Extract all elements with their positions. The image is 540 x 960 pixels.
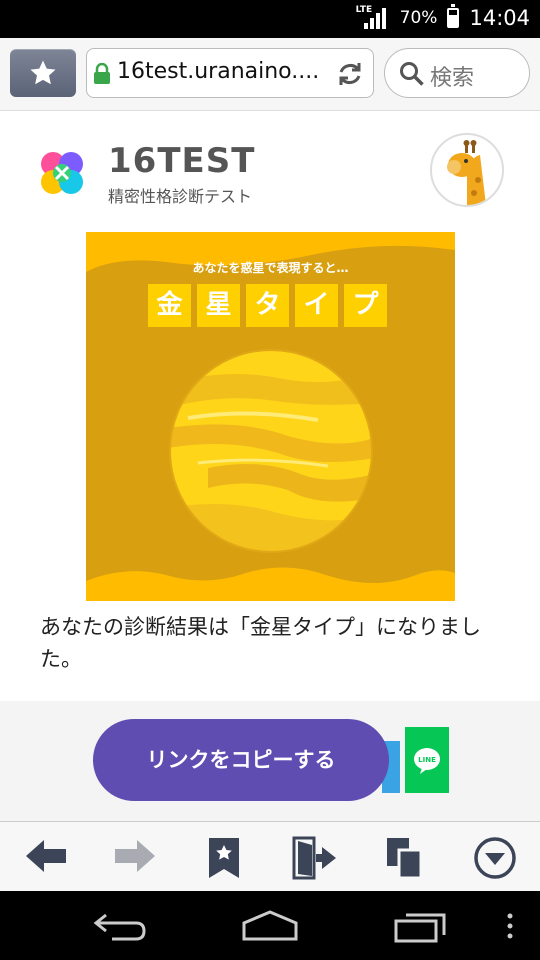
result-text: あなたの診断結果は「金星タイプ」になりました。 [40, 615, 481, 671]
search-icon [400, 62, 424, 86]
site-subtitle: 精密性格診断テスト [108, 187, 253, 206]
hero-tagline: あなたを惑星で表現すると… [192, 261, 349, 275]
url-bar[interactable]: 16test.uranaino.... [86, 48, 374, 98]
back-arrow-icon[interactable] [24, 836, 68, 876]
type-char: タ [246, 284, 289, 327]
search-placeholder: 検索 [430, 66, 475, 91]
hero-wave-bottom [86, 567, 455, 601]
exit-door-icon[interactable] [292, 836, 338, 880]
site-logo-icon[interactable] [36, 147, 88, 199]
menu-dropdown-icon[interactable] [473, 836, 517, 880]
type-char: 金 [148, 284, 191, 327]
type-char: 星 [197, 284, 240, 327]
url-text: 16test.uranaino.... [117, 59, 320, 84]
star-icon [30, 60, 56, 85]
type-char: イ [295, 284, 338, 327]
status-bar: LTE 70% 14:04 [0, 0, 540, 38]
share-bar: LINE リンクをコピーする [0, 701, 540, 821]
type-title: 金 星 タ イ プ [148, 284, 387, 327]
venus-planet-illustration [169, 349, 373, 553]
line-share-button[interactable]: LINE [405, 727, 449, 793]
giraffe-icon [447, 140, 486, 205]
search-box[interactable]: 検索 [384, 48, 530, 98]
reload-icon[interactable] [335, 59, 365, 89]
browser-bottom-toolbar [0, 821, 540, 892]
nav-recents-icon[interactable] [394, 909, 448, 943]
result-hero-image: あなたを惑星で表現すると… 金 星 タ イ プ [86, 232, 455, 601]
nav-home-icon[interactable] [240, 909, 300, 941]
browser-toolbar: 16test.uranaino.... 検索 [0, 38, 540, 111]
forward-arrow-icon[interactable] [113, 836, 157, 876]
line-icon: LINE [414, 748, 440, 774]
copy-link-button[interactable]: リンクをコピーする [93, 719, 389, 801]
site-title[interactable]: 16TEST [108, 141, 255, 181]
giraffe-avatar[interactable] [430, 133, 504, 207]
bookmark-star-button[interactable] [10, 49, 76, 97]
lock-icon [94, 63, 110, 84]
bookmark-icon[interactable] [207, 836, 241, 880]
nav-more-icon[interactable] [504, 913, 516, 939]
type-char: プ [344, 284, 387, 327]
signal-icon: LTE [356, 5, 390, 29]
system-nav-bar [0, 891, 540, 960]
battery-icon [447, 4, 460, 28]
nav-back-icon[interactable] [92, 911, 148, 941]
line-label: LINE [418, 756, 436, 764]
web-page: 16TEST 精密性格診断テスト あなたを惑星で表現すると… 金 星 タ イ プ… [0, 111, 540, 821]
battery-percent: 70% [399, 8, 438, 28]
tabs-icon[interactable] [385, 836, 425, 880]
clock: 14:04 [469, 6, 530, 30]
site-header: 16TEST 精密性格診断テスト [0, 111, 540, 231]
